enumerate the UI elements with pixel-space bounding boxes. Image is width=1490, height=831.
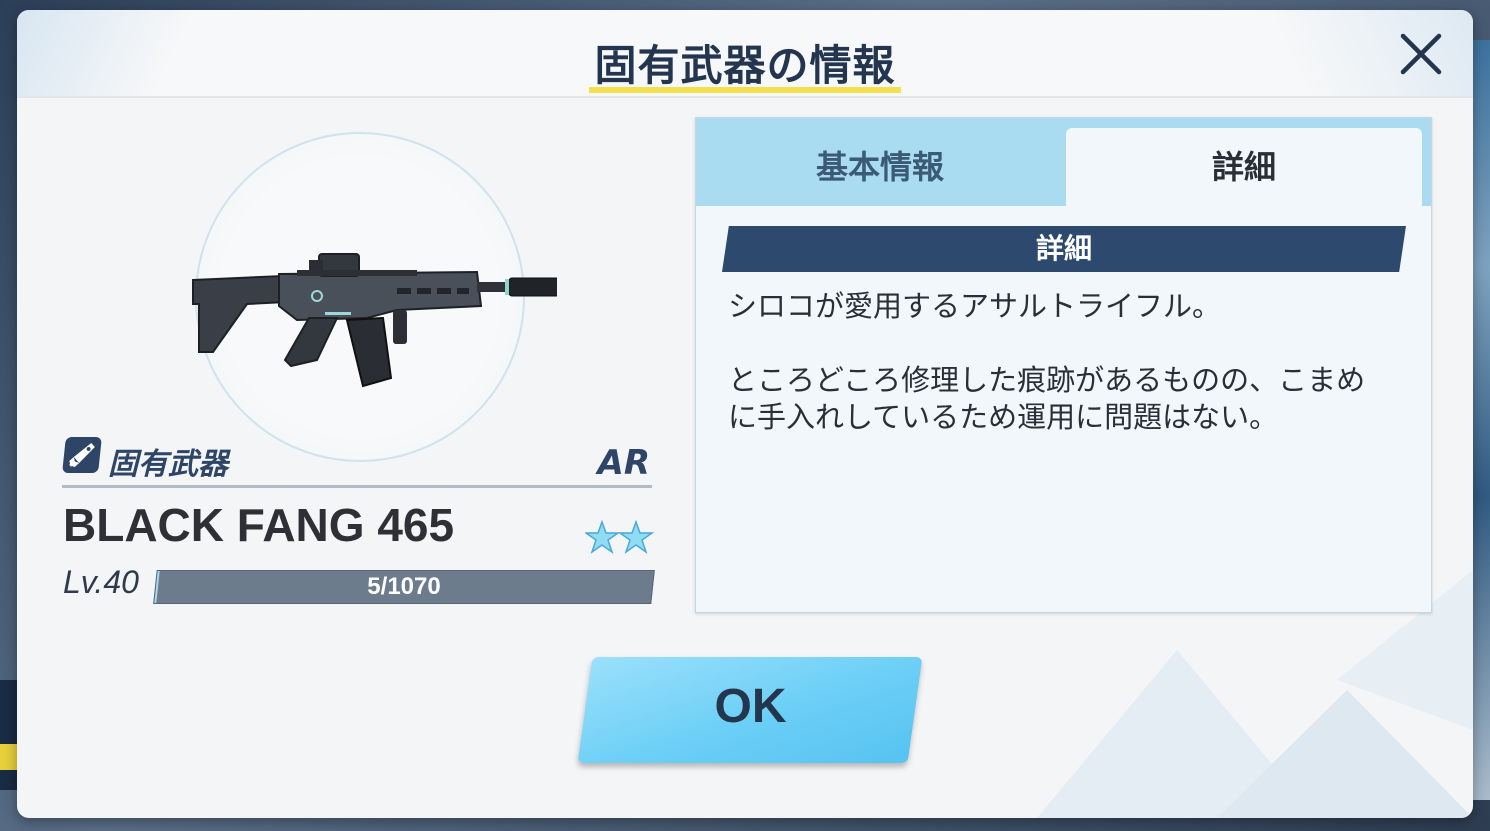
close-icon (1400, 33, 1442, 75)
section-title: 詳細 (1035, 232, 1092, 265)
tab-basic-info[interactable]: 基本情報 (696, 128, 1064, 206)
title-underline (589, 87, 901, 93)
modal-header: 固有武器の情報 (17, 10, 1473, 98)
weapon-category: 固有武器 (108, 447, 228, 482)
info-panel: 基本情報 詳細 詳細 シロコが愛用するアサルトライフル。 ところどころ修理した痕… (695, 117, 1432, 613)
star-icon (583, 519, 621, 554)
star-rating (583, 518, 655, 558)
weapon-level: Lv.40 (63, 564, 139, 600)
tab-bar: 基本情報 詳細 (696, 118, 1431, 206)
star-icon (617, 519, 655, 554)
weapon-name: BLACK FANG 465 (63, 499, 455, 551)
exp-bar: 5/1070 (153, 570, 655, 604)
background-strip-left (0, 680, 18, 790)
modal-title: 固有武器の情報 (594, 41, 896, 90)
divider (62, 485, 652, 488)
tab-details[interactable]: 詳細 (1066, 128, 1422, 206)
rocket-icon (62, 437, 102, 473)
assault-rifle-image (192, 253, 557, 388)
background-strip-right (1470, 40, 1490, 800)
weapon-type-row: 固有武器 AR (62, 437, 652, 487)
exp-text: 5/1070 (367, 573, 441, 600)
section-header: 詳細 (722, 226, 1406, 272)
weapon-class: AR (597, 443, 651, 483)
ok-button[interactable]: OK (577, 657, 923, 763)
weapon-description: シロコが愛用するアサルトライフル。 ところどころ修理した痕跡があるものの、こまめ… (728, 289, 1366, 434)
close-button[interactable] (1397, 30, 1445, 78)
ok-button-label: OK (714, 680, 787, 733)
weapon-info-modal: 固有武器の情報 固有武器 AR BLACK FANG 465 Lv.40 5/1… (17, 10, 1473, 818)
